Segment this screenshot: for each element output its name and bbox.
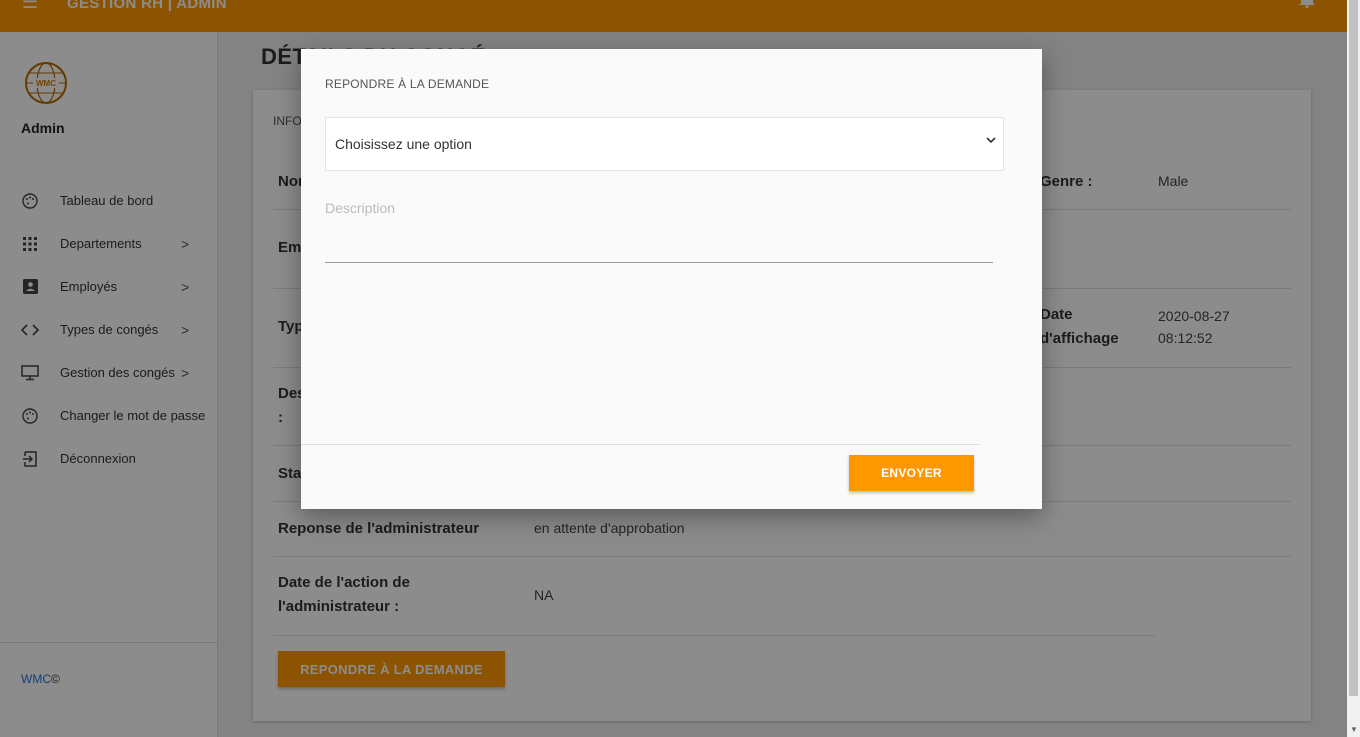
scroll-down-icon[interactable]: ▼ bbox=[1350, 725, 1358, 734]
description-underline bbox=[325, 262, 993, 263]
dialog-title: REPONDRE À LA DEMANDE bbox=[325, 77, 490, 91]
send-button[interactable]: ENVOYER bbox=[849, 455, 974, 491]
dialog-divider bbox=[301, 444, 980, 445]
description-field[interactable]: Description bbox=[325, 200, 395, 216]
response-option-select[interactable]: Choisissez une option bbox=[325, 117, 1004, 171]
respond-request-dialog: REPONDRE À LA DEMANDE Choisissez une opt… bbox=[301, 49, 1042, 509]
scrollbar-thumb[interactable] bbox=[1349, 0, 1358, 696]
page-scrollbar[interactable]: ▼ bbox=[1347, 0, 1360, 737]
select-value: Choisissez une option bbox=[335, 136, 472, 152]
chevron-down-icon bbox=[986, 137, 996, 144]
